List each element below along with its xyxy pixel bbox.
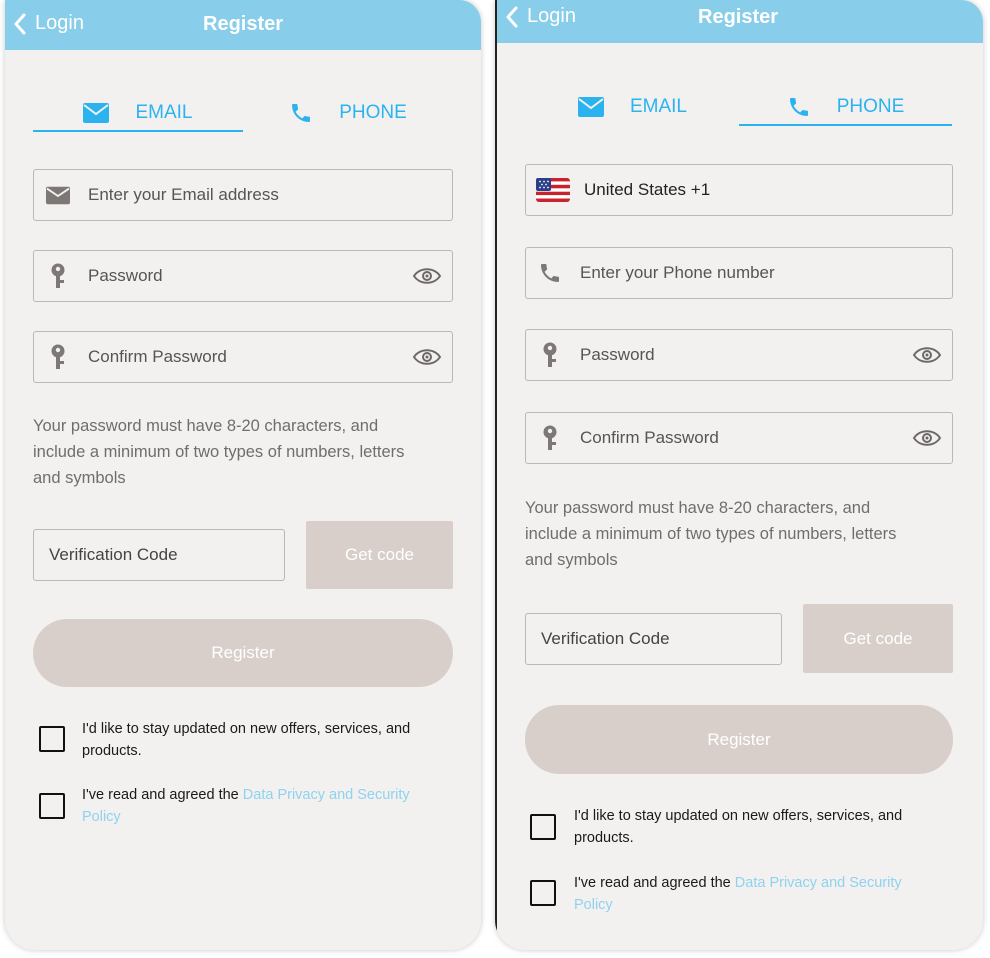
tab-email[interactable]: EMAIL	[33, 96, 243, 132]
privacy-policy-link[interactable]: Data Privacy and Security	[243, 787, 410, 803]
hint-line: Your password must have 8-20 characters,…	[525, 499, 871, 517]
tab-email[interactable]: EMAIL	[526, 90, 739, 125]
hint-line: include a minimum of two types of number…	[525, 525, 897, 543]
phone-icon	[292, 104, 311, 122]
phone-icon	[538, 261, 562, 285]
eye-icon[interactable]	[412, 346, 442, 368]
tab-phone[interactable]: PHONE	[739, 90, 952, 126]
verification-code-placeholder: Verification Code	[541, 629, 670, 648]
country-code-value: United States +1	[584, 180, 711, 199]
hint-line: include a minimum of two types of number…	[33, 443, 405, 461]
key-icon	[538, 425, 562, 451]
mail-icon	[577, 97, 604, 117]
confirm-password-input[interactable]	[580, 428, 952, 448]
register-label: Register	[707, 729, 771, 749]
header-bar: Login Register	[5, 0, 481, 50]
register-button[interactable]: Register	[525, 705, 953, 774]
get-code-label: Get code	[843, 628, 913, 648]
privacy-policy-link[interactable]: Policy	[574, 897, 613, 913]
confirm-password-field[interactable]	[525, 412, 953, 464]
password-hint: Your password must have 8-20 characters,…	[33, 413, 404, 491]
email-register-screen: Login Register EMAIL PHONE Your password…	[5, 0, 481, 950]
hint-line: Your password must have 8-20 characters,…	[33, 417, 379, 435]
eye-icon[interactable]	[412, 265, 442, 287]
password-field[interactable]	[525, 329, 953, 381]
hint-line: and symbols	[525, 551, 618, 569]
verification-code-field[interactable]: Verification Code	[525, 613, 782, 665]
mail-icon	[46, 186, 70, 205]
offers-text: I'd like to stay updated on new offers, …	[82, 718, 462, 762]
chevron-left-icon	[506, 6, 518, 27]
password-field[interactable]	[33, 250, 453, 302]
offers-line: products.	[574, 830, 634, 846]
privacy-prefix: I've read and agreed the	[574, 875, 735, 891]
country-code-select[interactable]: United States +1	[525, 164, 953, 216]
eye-icon[interactable]	[912, 344, 942, 366]
key-icon	[46, 344, 70, 370]
offers-checkbox[interactable]	[39, 726, 65, 752]
privacy-policy-link[interactable]: Policy	[82, 809, 121, 825]
phone-field[interactable]	[525, 247, 953, 299]
privacy-prefix: I've read and agreed the	[82, 787, 243, 803]
back-label: Login	[527, 5, 576, 27]
password-input[interactable]	[88, 266, 452, 286]
confirm-password-input[interactable]	[88, 347, 452, 367]
register-label: Register	[211, 643, 275, 662]
chevron-left-icon	[14, 13, 26, 34]
privacy-text: I've read and agreed the Data Privacy an…	[82, 784, 462, 828]
back-label: Login	[35, 12, 84, 34]
get-code-button[interactable]: Get code	[306, 521, 453, 589]
get-code-button[interactable]: Get code	[803, 604, 953, 673]
back-button[interactable]: Login	[13, 12, 84, 35]
phone-register-screen: Login Register EMAIL PHONE United States…	[495, 0, 983, 950]
hint-line: and symbols	[33, 469, 126, 487]
tab-phone-label: PHONE	[339, 102, 407, 123]
confirm-password-field[interactable]	[33, 331, 453, 383]
us-flag-icon	[536, 178, 570, 202]
back-button[interactable]: Login	[505, 5, 576, 28]
page-title: Register	[203, 13, 284, 35]
verification-code-placeholder: Verification Code	[49, 545, 178, 564]
key-icon	[46, 263, 70, 289]
page-title: Register	[698, 6, 779, 28]
offers-text: I'd like to stay updated on new offers, …	[574, 805, 964, 849]
phone-icon	[789, 98, 808, 116]
phone-input[interactable]	[580, 263, 952, 283]
password-input[interactable]	[580, 345, 952, 365]
privacy-text: I've read and agreed the Data Privacy an…	[574, 872, 964, 916]
key-icon	[538, 342, 562, 368]
tab-email-label: EMAIL	[135, 102, 193, 123]
header-bar: Login Register	[495, 0, 983, 43]
register-button[interactable]: Register	[33, 619, 453, 687]
offers-line: products.	[82, 743, 142, 759]
mail-icon	[83, 103, 110, 123]
privacy-policy-link[interactable]: Data Privacy and Security	[735, 875, 902, 891]
eye-icon[interactable]	[912, 427, 942, 449]
password-hint: Your password must have 8-20 characters,…	[525, 495, 896, 573]
privacy-checkbox[interactable]	[530, 880, 556, 906]
offers-checkbox[interactable]	[530, 814, 556, 840]
offers-line: I'd like to stay updated on new offers, …	[82, 721, 411, 737]
email-field[interactable]	[33, 169, 453, 221]
get-code-label: Get code	[345, 545, 414, 564]
privacy-checkbox[interactable]	[39, 793, 65, 819]
tab-phone-label: PHONE	[836, 96, 905, 117]
email-input[interactable]	[88, 185, 452, 205]
tab-email-label: EMAIL	[629, 96, 688, 117]
verification-code-field[interactable]: Verification Code	[33, 529, 285, 581]
offers-line: I'd like to stay updated on new offers, …	[574, 808, 903, 824]
tab-phone[interactable]: PHONE	[243, 96, 453, 131]
